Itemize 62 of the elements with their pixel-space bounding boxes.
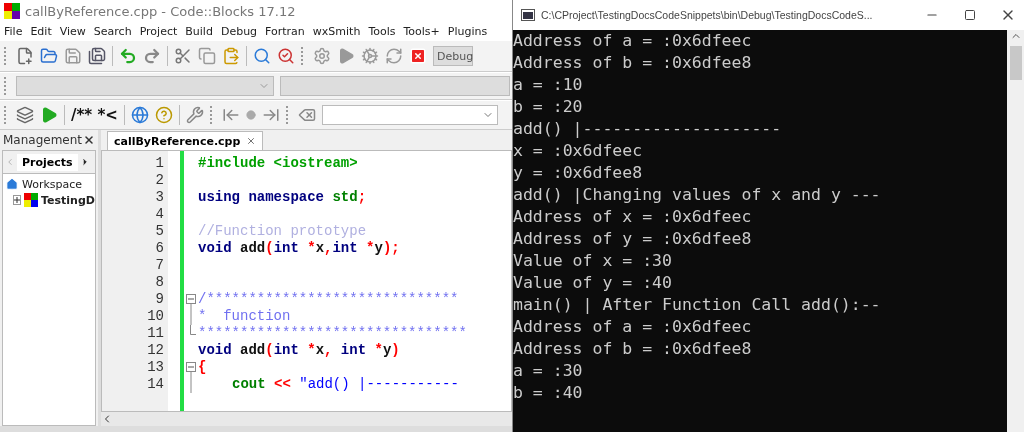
editor-tab[interactable]: callByReference.cpp — [107, 131, 264, 150]
console-line: a = :10 — [513, 74, 584, 96]
tree-item[interactable]: Workspace — [22, 177, 83, 191]
code-line: //Function prototype — [198, 223, 367, 240]
build-target-dropdown[interactable]: Debug — [433, 46, 473, 66]
console-line: b = :40 — [513, 382, 584, 404]
console-line: Address of a = :0x6dfeec — [513, 316, 753, 338]
menu-item[interactable]: Debug — [220, 24, 258, 38]
line-number: 5 — [154, 223, 165, 240]
code-line: ******************************** — [198, 325, 467, 342]
code-line: { — [198, 359, 207, 376]
code-line: * function — [198, 308, 291, 325]
console-line: x = :0x6dfeec — [513, 140, 644, 162]
console-line: Address of b = :0x6dfee8 — [513, 338, 753, 360]
line-number: 13 — [146, 359, 165, 376]
menu-item[interactable]: View — [59, 24, 86, 38]
line-number: 10 — [146, 308, 165, 325]
menu-item[interactable]: Fortran — [265, 24, 305, 38]
console-line: Value of y = :40 — [513, 272, 673, 294]
menu-item[interactable]: File — [4, 24, 23, 38]
console-line: Address of x = :0x6dfeec — [513, 206, 753, 228]
line-number: 2 — [154, 172, 165, 189]
menu-item[interactable]: Tools+ — [403, 24, 440, 38]
console-line: main() | After Function Call add():-- — [513, 294, 882, 316]
line-number: 8 — [154, 274, 165, 291]
menu-item[interactable]: Tools — [368, 24, 396, 38]
console-line: Address of y = :0x6dfee8 — [513, 228, 753, 250]
console-line: a = :30 — [513, 360, 584, 382]
console-line: add() |-------------------- — [513, 118, 783, 140]
code-line: /****************************** — [198, 291, 459, 308]
menu-item[interactable]: Edit — [30, 24, 52, 38]
code-line: using namespace std; — [198, 189, 367, 206]
code-line: void add(int *x,int *y); — [198, 240, 400, 257]
line-number: 1 — [154, 155, 165, 172]
console-line: y = :0x6dfee8 — [513, 162, 644, 184]
line-number: 4 — [154, 206, 165, 223]
line-number: 9 — [154, 291, 165, 308]
menu-item[interactable]: Search — [93, 24, 132, 38]
code-line: cout << "add() |----------- — [231, 376, 459, 393]
console-line: Address of b = :0x6dfee8 — [513, 52, 753, 74]
line-number: 6 — [154, 240, 165, 257]
line-number: 7 — [154, 257, 165, 274]
console-line: Address of a = :0x6dfeec — [513, 30, 753, 52]
window-title: C:\CProject\TestingDocsCodeSnippets\bin\Debug\TestingDocsCodeS... — [541, 9, 874, 21]
line-number: 12 — [146, 342, 165, 359]
console-line: Value of x = :30 — [513, 250, 673, 272]
code-line: void add(int *x, int *y) — [198, 342, 400, 359]
panel-tab[interactable]: Projects — [17, 153, 78, 171]
menu-item[interactable]: Project — [139, 24, 178, 38]
line-number: 11 — [146, 325, 165, 342]
console-line: add() |Changing values of x and y --- — [513, 184, 882, 206]
line-number: 3 — [154, 189, 165, 206]
line-number: 14 — [146, 376, 165, 393]
menu-item[interactable]: wxSmith — [312, 24, 361, 38]
menu-item[interactable]: Build — [185, 24, 213, 38]
menu-item[interactable]: Plugins — [447, 24, 488, 38]
code-line: #include <iostream> — [198, 155, 358, 172]
window-title: callByReference.cpp - Code::Blocks 17.12 — [25, 3, 296, 19]
console-line: b = :20 — [513, 96, 584, 118]
tree-item[interactable]: TestingD — [41, 193, 95, 207]
panel-title: Management — [3, 133, 83, 147]
doxygen-label[interactable]: /** *< — [71, 106, 118, 124]
